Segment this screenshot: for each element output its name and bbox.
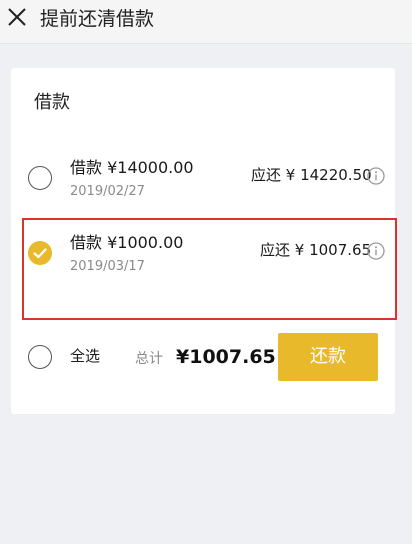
loan-1-date: 2019/02/27 <box>70 184 145 199</box>
total-label: 总计 <box>135 351 163 367</box>
page-title: 提前还清借款 <box>40 8 155 30</box>
close-icon[interactable] <box>6 6 28 28</box>
selected-loan-highlight <box>22 218 397 320</box>
select-all-label: 全选 <box>70 347 101 365</box>
loan-row-1[interactable]: 借款 ¥14000.00 2019/02/27 应还 ¥ 14220.50 <box>11 158 395 218</box>
loan-1-radio[interactable] <box>28 166 52 190</box>
select-all-radio[interactable] <box>28 345 52 369</box>
nav-bar: 提前还清借款 <box>0 0 412 44</box>
card-title: 借款 <box>34 92 70 113</box>
loan-1-due: 应还 ¥ 14220.50 <box>251 166 372 184</box>
repay-button[interactable]: 还款 <box>278 333 378 381</box>
loan-1-name: 借款 ¥14000.00 <box>70 158 194 177</box>
info-icon[interactable] <box>367 167 385 185</box>
total-amount: ¥1007.65 <box>176 346 276 368</box>
